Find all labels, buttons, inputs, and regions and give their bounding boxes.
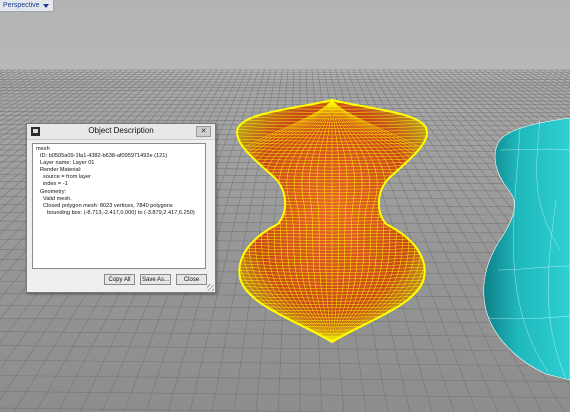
viewport-label: Perspective <box>3 2 40 9</box>
description-textbox[interactable]: mesh ID: b0505a09-1fa1-4382-b638-af09597… <box>32 143 206 269</box>
close-icon[interactable]: ✕ <box>196 126 211 137</box>
object-description-dialog[interactable]: Object Description ✕ mesh ID: b0505a09-1… <box>26 123 216 293</box>
perspective-viewport[interactable]: Perspective Object Description ✕ mesh ID… <box>0 0 570 412</box>
description-line: index = -1 <box>43 181 68 188</box>
description-line: Closed polygon mesh: 8023 vertices, 7840… <box>43 202 173 209</box>
viewport-tab[interactable]: Perspective <box>0 0 54 12</box>
description-line: Layer name: Layer 01 <box>40 160 95 167</box>
description-line: Render Material: <box>40 167 82 174</box>
description-line: source = from layer <box>43 174 92 181</box>
teal-vase-object <box>483 117 570 381</box>
close-button[interactable]: Close <box>176 274 207 285</box>
copy-all-button[interactable]: Copy All <box>104 274 135 285</box>
app-icon <box>31 127 40 136</box>
description-line: ID: b0505a09-1fa1-4382-b638-af095971492e… <box>40 153 168 160</box>
description-line: Valid mesh. <box>43 195 72 202</box>
dialog-title-bar[interactable]: Object Description ✕ <box>27 124 215 140</box>
description-line: mesh <box>36 146 50 152</box>
description-line: Geometry: <box>40 188 67 195</box>
resize-grip[interactable] <box>207 284 214 291</box>
save-as-button[interactable]: Save As... <box>140 274 171 285</box>
chevron-down-icon[interactable] <box>42 3 49 8</box>
dialog-title: Object Description <box>88 126 154 135</box>
dialog-buttons: Copy All Save As... Close <box>104 274 207 285</box>
description-line: bounding box: (-8.713,-2.417,0.000) to (… <box>47 209 195 216</box>
